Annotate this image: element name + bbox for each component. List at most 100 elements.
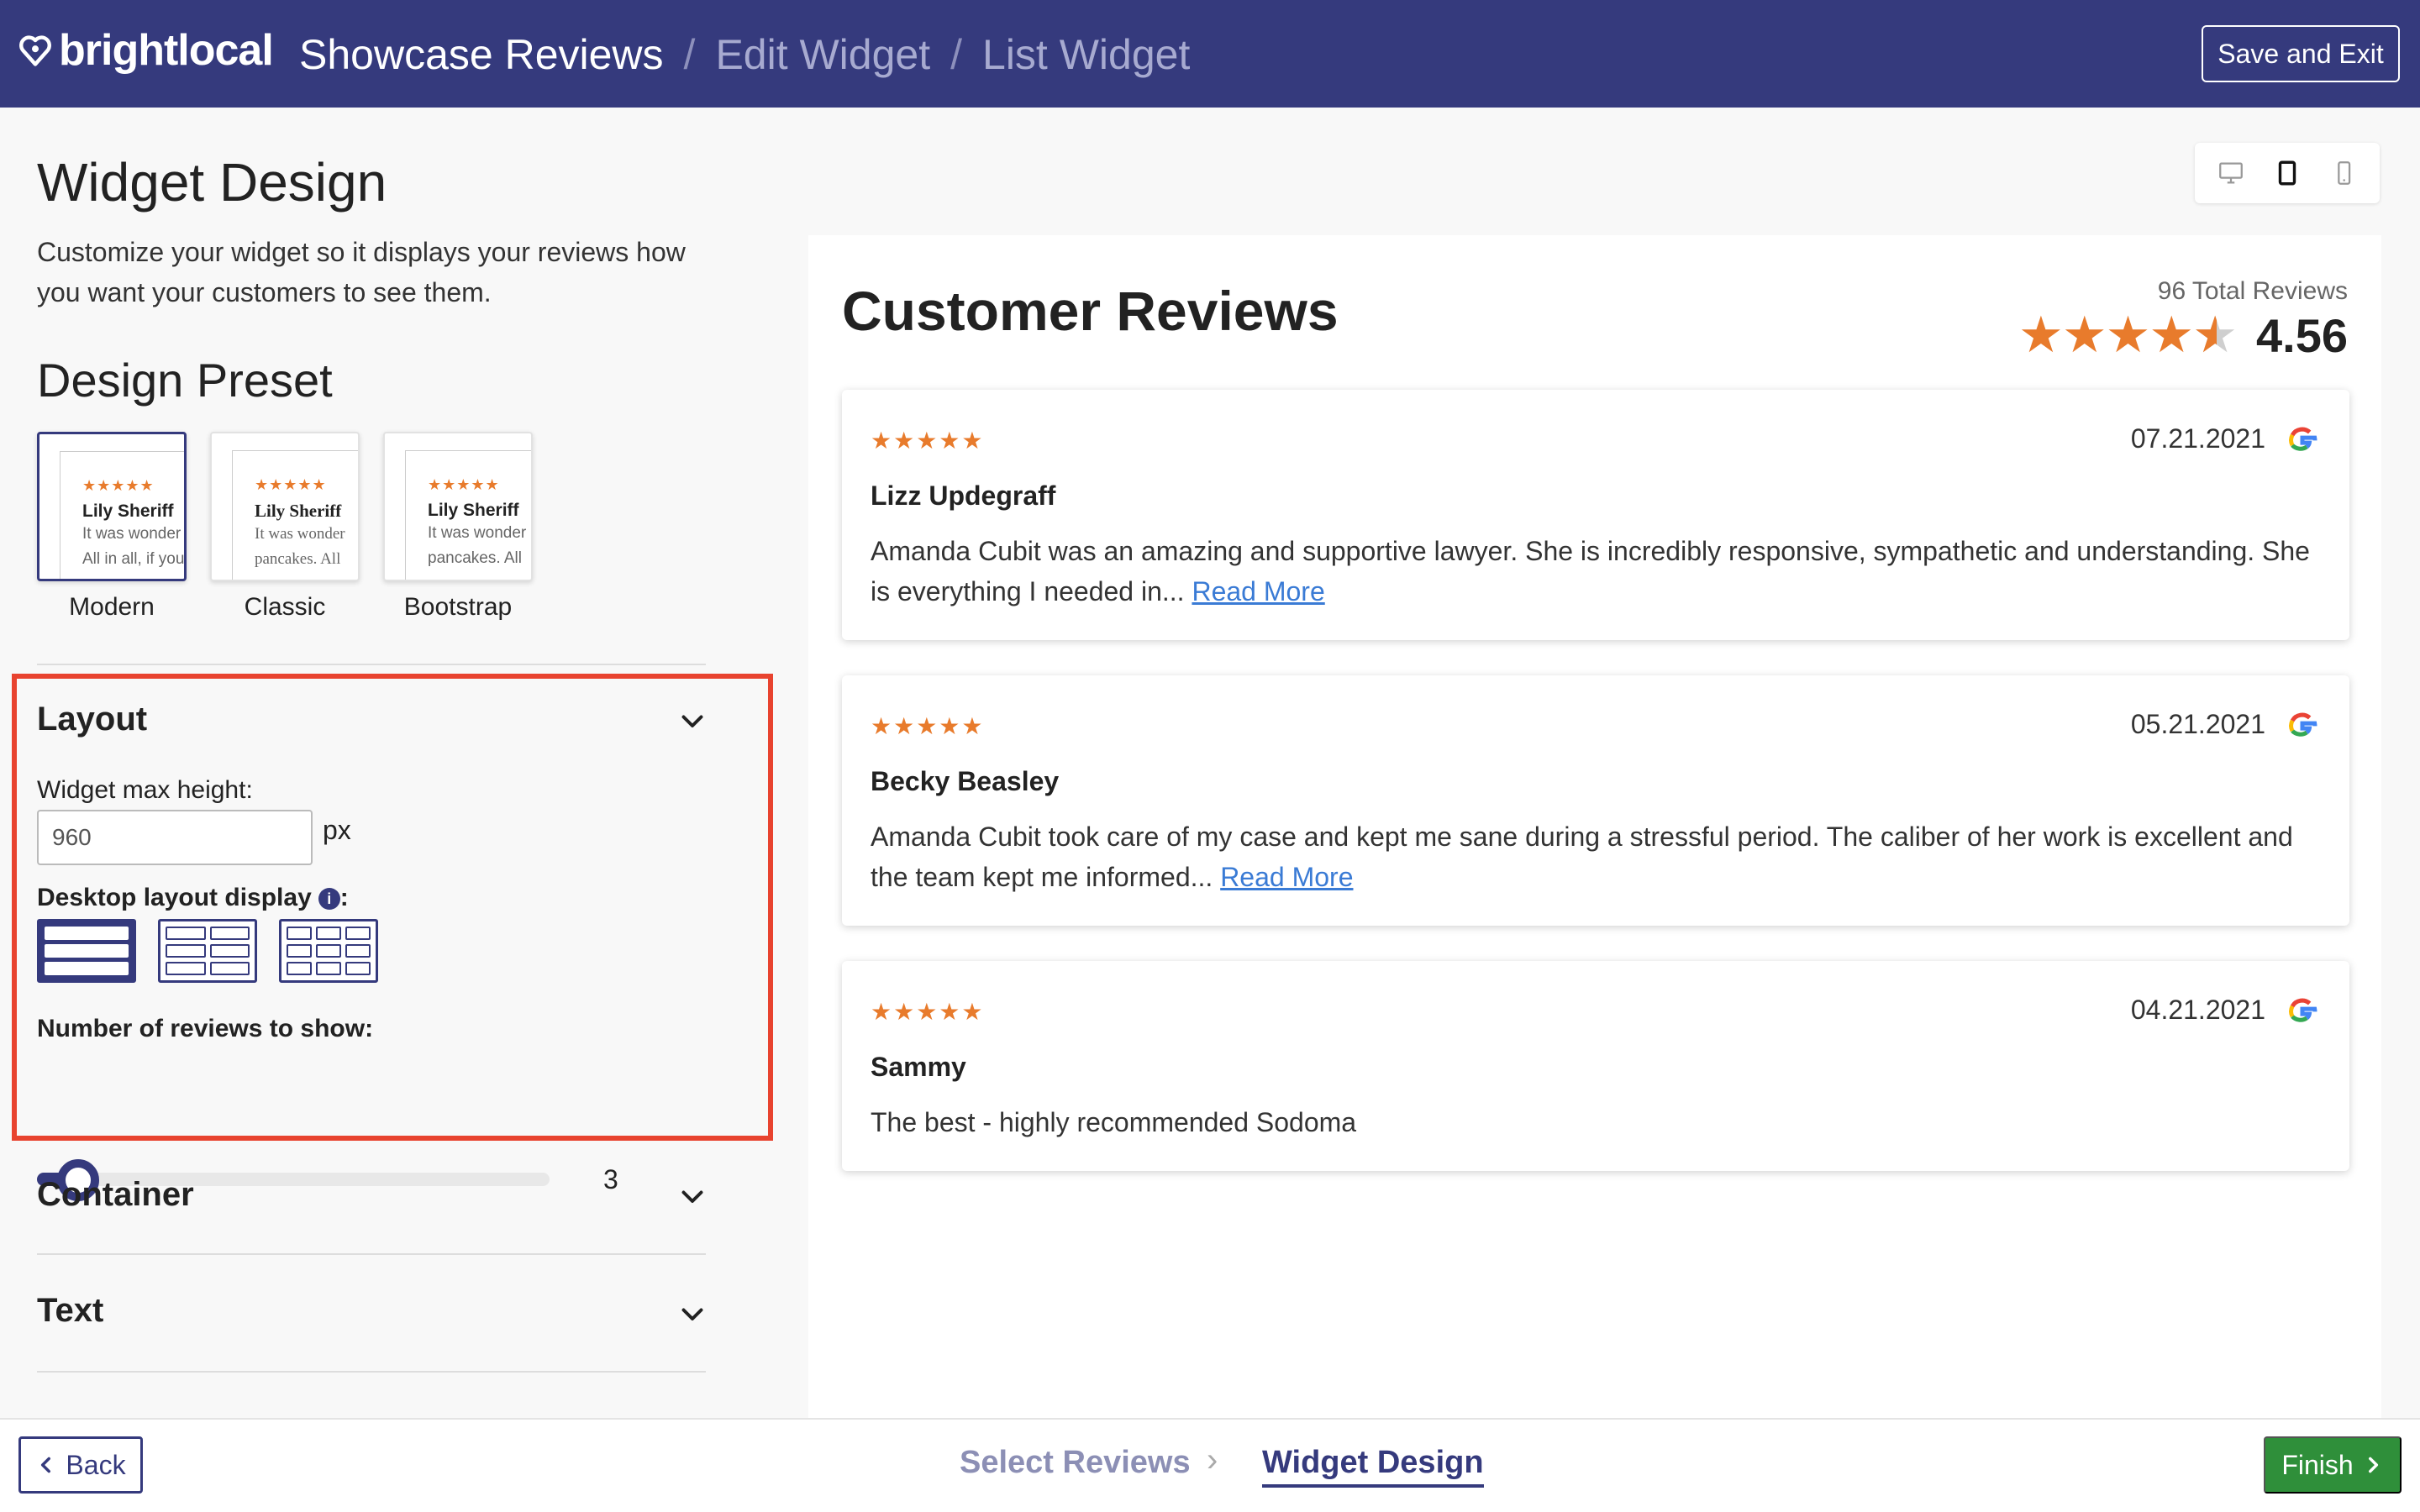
review-author: Sammy [871,1052,966,1082]
review-author: Becky Beasley [871,766,1060,796]
layout-cell [316,927,341,940]
finish-button[interactable]: Finish [2264,1436,2402,1494]
preset-list: ★★★★★ Lily Sheriff It was wonder All in … [37,432,556,622]
crumb-separator: / [683,31,696,78]
review-body: Amanda Cubit took care of my case and ke… [871,816,2316,897]
max-height-label: Widget max height: [37,776,253,804]
layout-cell [287,927,312,940]
review-date: 07.21.2021 [2130,423,2265,454]
overall-rating: ★★★★★ 4.56 [2018,306,2348,365]
google-icon [2289,427,2317,451]
read-more-link[interactable]: Read More [1192,576,1324,606]
back-button[interactable]: Back [18,1436,143,1494]
preset-name: Lily Sheriff [82,501,174,521]
total-reviews: 96 Total Reviews [2157,277,2348,305]
review-date: 04.21.2021 [2130,995,2265,1025]
desktop-layout-colon: : [339,884,349,911]
review-stars: ★★★★★ [871,713,985,739]
layout-cell [345,927,371,940]
review-stars: ★★★★★ [871,999,985,1025]
review-text: Amanda Cubit was an amazing and supporti… [871,536,2310,606]
preset-text: All in all, if you [82,550,185,568]
max-height-input[interactable] [37,810,313,865]
back-label: Back [66,1449,126,1480]
chevron-right-icon [2368,1457,2378,1473]
reviews-count-label: Number of reviews to show: [37,1015,374,1042]
chevron-down-icon[interactable] [677,706,708,736]
layout-cell [316,962,341,975]
layout-cell [209,927,250,940]
chevron-down-icon[interactable] [677,1181,708,1211]
container-title-text: Container [37,1176,194,1213]
px-unit: px [323,815,351,845]
preset-thumbnail[interactable]: ★★★★★ Lily Sheriff It was wonder All in … [37,432,187,581]
google-icon [2289,998,2317,1022]
preset-thumbnail[interactable]: ★★★★★ Lily Sheriff It was wonder pancake… [210,432,360,581]
chevron-down-icon[interactable] [677,1299,708,1329]
layout-cell [316,944,341,958]
breadcrumb: Showcase Reviews / Edit Widget / List Wi… [299,30,1190,79]
layout-cell [166,944,206,958]
desktop-layout-text: Desktop layout display [37,884,312,911]
text-section-title[interactable]: Text [37,1292,103,1330]
preset-label: Bootstrap [403,593,513,621]
layout-cell [345,944,371,958]
layout-row [45,927,129,940]
preset-text: pancakes. All [255,550,341,568]
step-select-reviews[interactable]: Select Reviews [960,1445,1191,1481]
layout-row [45,962,129,975]
preset-classic[interactable]: ★★★★★ Lily Sheriff It was wonder pancake… [210,432,360,622]
review-card: ★★★★★ 04.21.2021 Sammy The best - highly… [842,961,2349,1171]
page-title: Widget Design [37,152,387,213]
preset-bootstrap[interactable]: ★★★★★ Lily Sheriff It was wonder pancake… [383,432,533,622]
preset-label: Modern [69,593,155,621]
preset-stars: ★★★★★ [255,476,327,493]
review-card: ★★★★★ 05.21.2021 Becky Beasley Amanda Cu… [842,675,2349,926]
container-section-title[interactable]: Container [37,1176,194,1214]
brightlocal-logo[interactable]: brightlocal [17,25,274,76]
review-text: Amanda Cubit took care of my case and ke… [871,822,2293,892]
review-body: Amanda Cubit was an amazing and supporti… [871,531,2316,612]
layout-cell [209,962,250,975]
rating-stars: ★★★★★ [2018,306,2238,365]
layout-cell [287,962,312,975]
layout-cell [166,962,206,975]
desktop-layout-label: Desktop layout display i: [37,884,349,912]
preset-text: pancakes. All [428,549,522,567]
full-stars: ★★★★ [2018,307,2194,363]
divider [37,1371,706,1373]
crumb-showcase-reviews[interactable]: Showcase Reviews [299,30,664,79]
info-icon[interactable]: i [318,888,340,910]
layout-one-column-option[interactable] [37,919,136,983]
preset-modern[interactable]: ★★★★★ Lily Sheriff It was wonder All in … [37,432,187,622]
layout-cell [209,944,250,958]
divider [37,1253,706,1255]
layout-section-title[interactable]: Layout [37,701,147,738]
preset-text: It was wonder [428,524,527,542]
preset-stars: ★★★★★ [82,477,155,494]
widget-preview: Customer Reviews 96 Total Reviews ★★★★★ … [808,235,2381,1418]
device-preview-toggle [2195,143,2380,203]
crumb-edit-widget[interactable]: Edit Widget [715,30,930,79]
layout-three-column-option[interactable] [279,919,378,983]
wizard-footer: Back Select Reviews › Widget Design Fini… [0,1418,2420,1512]
mobile-icon[interactable] [2329,159,2358,187]
review-stars: ★★★★★ [871,428,985,454]
tablet-icon[interactable] [2273,159,2302,187]
preset-label: Classic [244,593,326,621]
logo-text: brightlocal [59,26,274,75]
save-and-exit-button[interactable]: Save and Exit [2202,25,2400,82]
layout-row [45,944,129,958]
step-separator-icon: › [1207,1441,1218,1478]
preset-thumbnail[interactable]: ★★★★★ Lily Sheriff It was wonder pancake… [383,432,533,581]
page-subtitle: Customize your widget so it displays you… [37,237,686,307]
crumb-separator: / [950,31,963,78]
half-star-icon: ★ [2192,306,2238,365]
read-more-link[interactable]: Read More [1220,862,1353,892]
review-text: The best - highly recommended Sodoma [871,1107,1357,1137]
layout-two-column-option[interactable] [158,919,257,983]
chevron-left-icon [41,1457,51,1473]
desktop-icon[interactable] [2217,159,2245,187]
review-author: Lizz Updegraff [871,480,1056,511]
top-bar: brightlocal Showcase Reviews / Edit Widg… [0,0,2420,108]
